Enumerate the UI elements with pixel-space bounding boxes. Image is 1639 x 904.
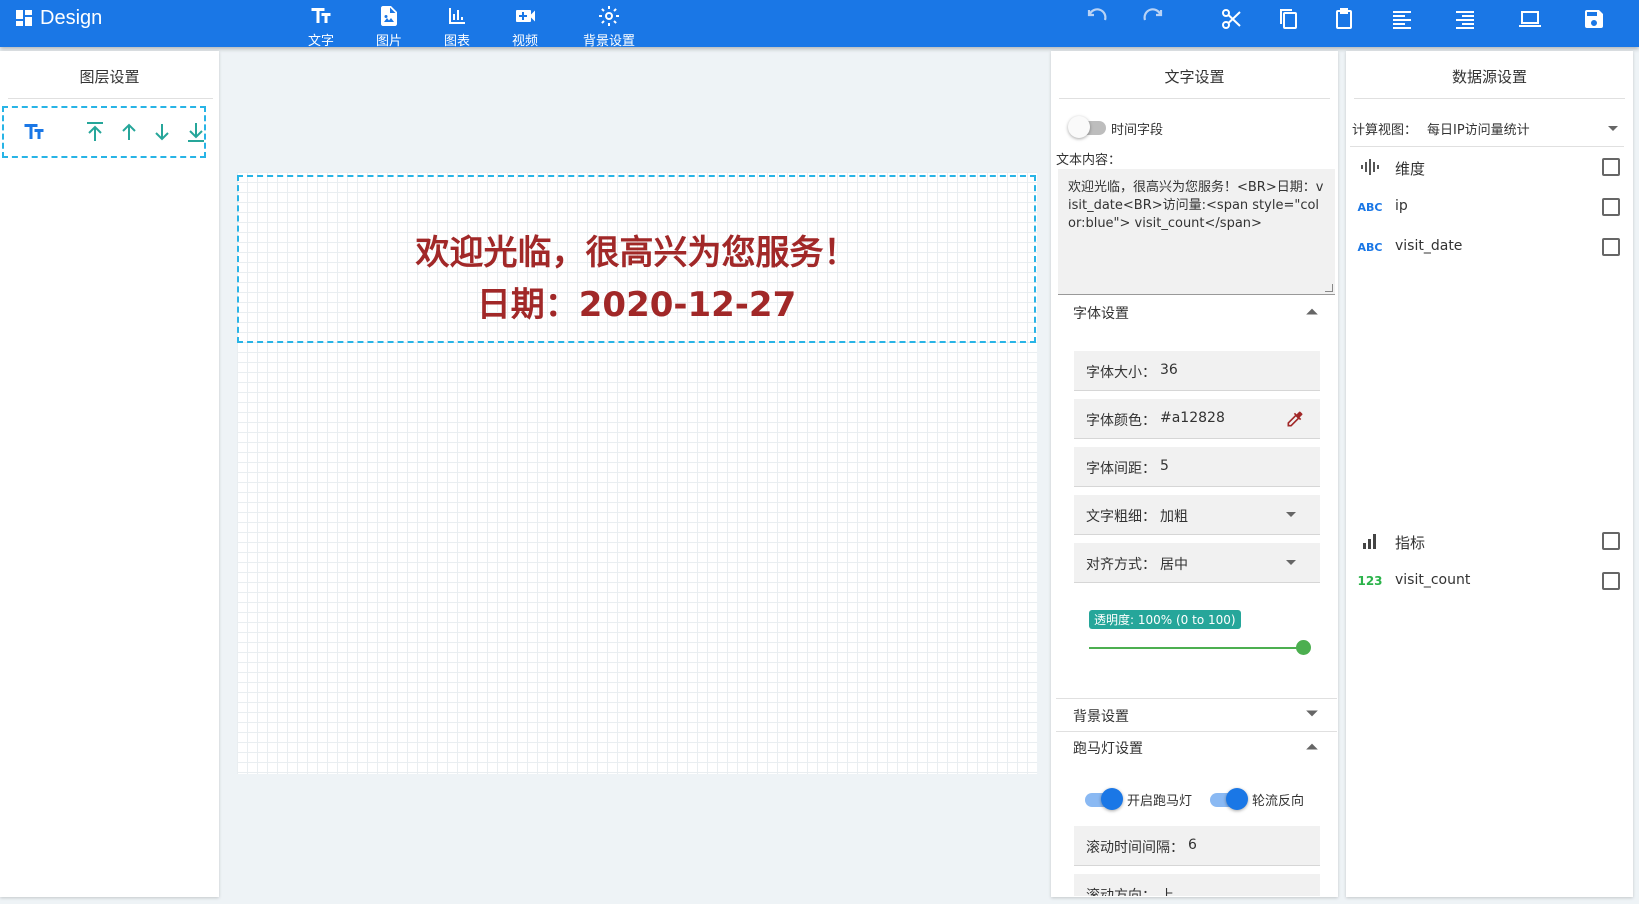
scroll-direction-field[interactable]: 滚动方向： 上: [1074, 874, 1320, 896]
scroll-direction-field-clip: 滚动方向： 上: [1074, 874, 1320, 896]
scroll-interval-field[interactable]: 滚动时间间隔： 6: [1074, 826, 1320, 866]
opacity-slider[interactable]: [1089, 640, 1311, 655]
save-icon: [1585, 10, 1603, 28]
datasource-title: 数据源设置: [1451, 68, 1527, 86]
marquee-reverse-label: 轮流反向: [1252, 794, 1305, 809]
bar-chart-icon: [449, 8, 465, 24]
marquee-enable-toggle[interactable]: [1085, 788, 1123, 810]
dimension-item-checkbox[interactable]: [1602, 198, 1620, 216]
layer-panel: 图层设置: [0, 51, 219, 897]
text-align-select[interactable]: 对齐方式： 居中: [1074, 543, 1320, 583]
preview-icon: [1519, 11, 1541, 27]
chevron-down-icon: [1306, 710, 1318, 717]
measure-item-checkbox[interactable]: [1602, 572, 1620, 590]
letter-spacing-field[interactable]: 字体间距： 5: [1074, 447, 1320, 487]
move-to-top-icon[interactable]: [83, 120, 107, 144]
dimension-item: ABC visit_date: [1358, 234, 1620, 260]
text-fields-icon: [311, 8, 331, 23]
time-field-label: 时间字段: [1111, 123, 1164, 138]
time-field-toggle[interactable]: [1068, 116, 1106, 138]
align-icon: [1393, 11, 1411, 29]
redo-icon: [1143, 8, 1163, 21]
paste-button[interactable]: [1331, 6, 1357, 32]
align-alt-icon: [1456, 11, 1474, 29]
marquee-reverse-toggle[interactable]: [1210, 788, 1248, 810]
dropdown-arrow-icon: [1286, 512, 1296, 517]
cut-icon: [1222, 9, 1241, 29]
marquee-enable-label: 开启跑马灯: [1127, 794, 1193, 809]
align-alt-button[interactable]: [1452, 6, 1478, 32]
measure-icon: [1358, 531, 1382, 551]
insert-chart-button[interactable]: 图表: [425, 4, 489, 49]
opacity-slider-thumb[interactable]: [1296, 640, 1311, 655]
undo-icon: [1087, 8, 1107, 21]
background-settings-header[interactable]: 背景设置: [1056, 698, 1337, 730]
paste-icon: [1336, 8, 1352, 29]
insert-video-button[interactable]: 视频: [493, 4, 557, 49]
string-type-icon: ABC: [1357, 240, 1383, 254]
text-content-label: 文本内容：: [1056, 153, 1122, 168]
move-up-icon[interactable]: [117, 120, 141, 144]
undo-button[interactable]: [1084, 6, 1110, 32]
opacity-badge: 透明度: 100% (0 to 100): [1089, 610, 1241, 629]
canvas-text-line-1: 欢迎光临，很高兴为您服务！: [415, 233, 858, 273]
layer-panel-title: 图层设置: [79, 68, 140, 86]
text-content-input[interactable]: 欢迎光临，很高兴为您服务！<BR>日期：visit_date<BR>访问量:<s…: [1058, 169, 1335, 295]
chevron-up-icon: [1306, 308, 1318, 315]
video-icon: [516, 10, 535, 22]
dimension-icon: [1358, 157, 1382, 177]
background-settings-button[interactable]: 背景设置: [576, 4, 642, 49]
measure-checkbox[interactable]: [1602, 532, 1620, 550]
copy-icon: [1280, 9, 1297, 29]
text-component[interactable]: 欢迎光临，很高兴为您服务！ 日期：2020-12-27: [237, 175, 1036, 343]
text-settings-title: 文字设置: [1164, 68, 1225, 86]
dimension-checkbox[interactable]: [1602, 158, 1620, 176]
dashboard-icon: [16, 10, 32, 26]
number-type-icon: 123: [1357, 574, 1383, 588]
cut-button[interactable]: [1219, 6, 1245, 32]
align-button[interactable]: [1389, 6, 1415, 32]
marquee-settings-header[interactable]: 跑马灯设置: [1056, 730, 1337, 762]
dimension-item: ABC ip: [1358, 194, 1620, 220]
move-to-bottom-icon[interactable]: [184, 120, 208, 144]
brand: Design: [16, 6, 102, 30]
measure-group: 指标: [1358, 528, 1620, 554]
text-fields-icon: [24, 124, 44, 139]
dropdown-arrow-icon: [1286, 560, 1296, 565]
opacity-slider-fill: [1089, 647, 1303, 649]
insert-image-button[interactable]: 图片: [357, 4, 421, 49]
font-color-field[interactable]: 字体颜色： #a12828: [1074, 399, 1320, 439]
resize-handle[interactable]: [1325, 284, 1333, 292]
dimension-item-checkbox[interactable]: [1602, 238, 1620, 256]
font-weight-select[interactable]: 文字粗细： 加粗: [1074, 495, 1320, 535]
font-settings-header[interactable]: 字体设置: [1056, 295, 1337, 327]
gear-icon: [599, 6, 619, 26]
copy-button[interactable]: [1275, 6, 1301, 32]
image-file-icon: [381, 6, 397, 26]
string-type-icon: ABC: [1357, 200, 1383, 214]
measure-item: 123 visit_count: [1357, 568, 1620, 594]
insert-text-button[interactable]: 文字: [289, 4, 353, 49]
app-title: Design: [40, 6, 103, 29]
canvas-text-line-2: 日期：2020-12-27: [476, 285, 797, 325]
top-app-bar: Design 文字 图片 图表 视频 背景设置: [0, 0, 1639, 49]
chevron-up-icon: [1306, 743, 1318, 750]
layer-item-text[interactable]: [2, 106, 206, 158]
color-picker-icon[interactable]: [1285, 409, 1305, 429]
preview-button[interactable]: [1517, 6, 1543, 32]
save-button[interactable]: [1581, 6, 1607, 32]
dropdown-arrow-icon: [1608, 126, 1618, 131]
redo-button[interactable]: [1140, 6, 1166, 32]
dimension-group: 维度: [1358, 154, 1620, 180]
calc-view-select[interactable]: 计算视图： 每日IP访问量统计: [1350, 117, 1622, 145]
font-size-field[interactable]: 字体大小： 36: [1074, 351, 1320, 391]
move-down-icon[interactable]: [150, 120, 174, 144]
